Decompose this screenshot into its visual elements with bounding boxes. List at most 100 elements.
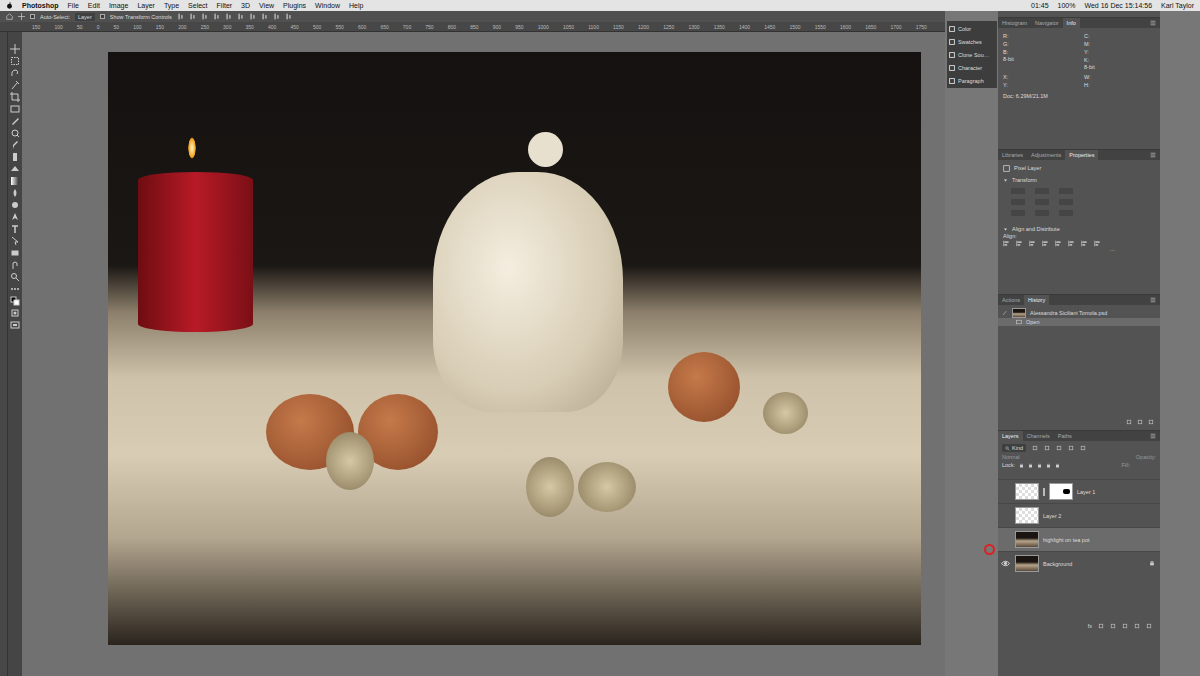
tool-icon[interactable] bbox=[10, 296, 20, 306]
transform-field[interactable] bbox=[1035, 188, 1049, 194]
expand-icon[interactable] bbox=[1003, 227, 1008, 232]
menu-item[interactable]: 3D bbox=[241, 2, 250, 9]
layer-row[interactable]: Background bbox=[998, 551, 1160, 575]
tool-icon[interactable] bbox=[10, 320, 20, 330]
home-icon[interactable] bbox=[6, 13, 13, 20]
layer-style-button[interactable]: fx bbox=[1088, 623, 1092, 629]
align-icon[interactable] bbox=[1016, 240, 1023, 247]
align-icon[interactable] bbox=[189, 13, 196, 20]
tool-icon[interactable] bbox=[10, 68, 20, 78]
collapsed-panel-button[interactable]: Swatches bbox=[949, 37, 995, 46]
layer-name[interactable]: Layer 2 bbox=[1043, 513, 1061, 519]
tool-icon[interactable] bbox=[10, 236, 20, 246]
tool-icon[interactable] bbox=[10, 128, 20, 138]
collapsed-panel-button[interactable]: Paragraph bbox=[949, 76, 995, 85]
move-tool-icon[interactable] bbox=[18, 13, 25, 20]
transform-field[interactable] bbox=[1059, 188, 1073, 194]
tool-icon[interactable] bbox=[10, 116, 20, 126]
history-action-icon[interactable] bbox=[1148, 419, 1154, 425]
tool-icon[interactable] bbox=[10, 176, 20, 186]
layer-action-icon[interactable] bbox=[1122, 623, 1128, 629]
menu-item[interactable]: Filter bbox=[217, 2, 233, 9]
layer-name[interactable]: highlight on tea pot bbox=[1043, 537, 1089, 543]
auto-select-checkbox[interactable] bbox=[30, 14, 35, 19]
panel-menu[interactable] bbox=[1146, 18, 1160, 28]
visibility-toggle[interactable] bbox=[1001, 559, 1011, 569]
layer-row[interactable]: Layer 1 bbox=[998, 479, 1160, 503]
align-icon[interactable] bbox=[261, 13, 268, 20]
status-item[interactable]: 01:45 bbox=[1031, 2, 1049, 9]
app-menu[interactable]: Photoshop bbox=[22, 2, 59, 9]
visibility-toggle[interactable] bbox=[1001, 535, 1011, 545]
transform-field[interactable] bbox=[1059, 199, 1073, 205]
transform-field[interactable] bbox=[1011, 199, 1025, 205]
filter-icon[interactable] bbox=[1032, 445, 1038, 451]
panel-tab[interactable]: Histogram bbox=[998, 18, 1031, 28]
menu-item[interactable]: Layer bbox=[137, 2, 155, 9]
status-item[interactable]: 100% bbox=[1058, 2, 1076, 9]
panel-tab[interactable]: Paths bbox=[1054, 431, 1076, 441]
collapsed-panel-button[interactable]: Character bbox=[949, 63, 995, 72]
tool-icon[interactable] bbox=[10, 104, 20, 114]
tool-icon[interactable] bbox=[10, 140, 20, 150]
panel-tab[interactable]: Navigator bbox=[1031, 18, 1063, 28]
align-icon[interactable] bbox=[177, 13, 184, 20]
align-icon[interactable] bbox=[273, 13, 280, 20]
menu-item[interactable]: View bbox=[259, 2, 274, 9]
menu-item[interactable]: Select bbox=[188, 2, 207, 9]
align-icon[interactable] bbox=[1042, 240, 1049, 247]
layer-name[interactable]: Background bbox=[1043, 561, 1072, 567]
menu-item[interactable]: Type bbox=[164, 2, 179, 9]
menu-item[interactable]: Window bbox=[315, 2, 340, 9]
layer-action-icon[interactable] bbox=[1098, 623, 1104, 629]
lock-option-icon[interactable] bbox=[1055, 463, 1060, 468]
tool-icon[interactable] bbox=[10, 224, 20, 234]
lock-option-icon[interactable] bbox=[1019, 463, 1024, 468]
panel-tab[interactable]: Properties bbox=[1065, 150, 1098, 160]
menu-item[interactable]: Help bbox=[349, 2, 363, 9]
filter-kind-dropdown[interactable]: Kind bbox=[1002, 444, 1026, 452]
layer-action-icon[interactable] bbox=[1134, 623, 1140, 629]
layer-row[interactable]: highlight on tea pot bbox=[998, 527, 1160, 551]
tool-icon[interactable] bbox=[10, 272, 20, 282]
panel-menu[interactable] bbox=[1146, 150, 1160, 160]
align-icon[interactable] bbox=[1003, 240, 1010, 247]
menu-item[interactable]: File bbox=[68, 2, 79, 9]
menu-item[interactable]: Edit bbox=[88, 2, 100, 9]
tool-icon[interactable] bbox=[10, 92, 20, 102]
transform-field[interactable] bbox=[1011, 188, 1025, 194]
transform-field[interactable] bbox=[1035, 199, 1049, 205]
layer-row[interactable]: Layer 2 bbox=[998, 503, 1160, 527]
transform-field[interactable] bbox=[1059, 210, 1073, 216]
panel-tab[interactable]: Layers bbox=[998, 431, 1023, 441]
align-icon[interactable] bbox=[1029, 240, 1036, 247]
collapsed-panel-button[interactable]: Clone Sou… bbox=[949, 50, 995, 59]
lock-option-icon[interactable] bbox=[1046, 463, 1051, 468]
auto-select-dropdown[interactable]: Layer bbox=[75, 13, 95, 21]
visibility-toggle[interactable] bbox=[1001, 487, 1011, 497]
lock-option-icon[interactable] bbox=[1037, 463, 1042, 468]
align-icon[interactable] bbox=[201, 13, 208, 20]
history-action-icon[interactable] bbox=[1126, 419, 1132, 425]
align-icon[interactable] bbox=[1055, 240, 1062, 247]
more-button[interactable]: ··· bbox=[1003, 247, 1155, 253]
apple-icon[interactable] bbox=[6, 2, 13, 9]
transform-field[interactable] bbox=[1011, 210, 1025, 216]
transform-controls-checkbox[interactable] bbox=[100, 14, 105, 19]
tool-icon[interactable] bbox=[10, 212, 20, 222]
status-item[interactable]: Wed 16 Dec 15:14:56 bbox=[1084, 2, 1152, 9]
expand-icon[interactable] bbox=[1003, 178, 1008, 183]
panel-menu[interactable] bbox=[1146, 295, 1160, 305]
tool-icon[interactable] bbox=[10, 284, 20, 294]
align-icon[interactable] bbox=[1068, 240, 1075, 247]
layer-name[interactable]: Layer 1 bbox=[1077, 489, 1095, 495]
filter-icon[interactable] bbox=[1080, 445, 1086, 451]
tool-icon[interactable] bbox=[10, 260, 20, 270]
tool-icon[interactable] bbox=[10, 80, 20, 90]
filter-icon[interactable] bbox=[1056, 445, 1062, 451]
tool-icon[interactable] bbox=[10, 248, 20, 258]
layer-action-icon[interactable] bbox=[1146, 623, 1152, 629]
history-snapshot[interactable]: Alessandra Siciliani Tomola.psd bbox=[998, 308, 1160, 318]
align-icon[interactable] bbox=[225, 13, 232, 20]
history-action-icon[interactable] bbox=[1137, 419, 1143, 425]
